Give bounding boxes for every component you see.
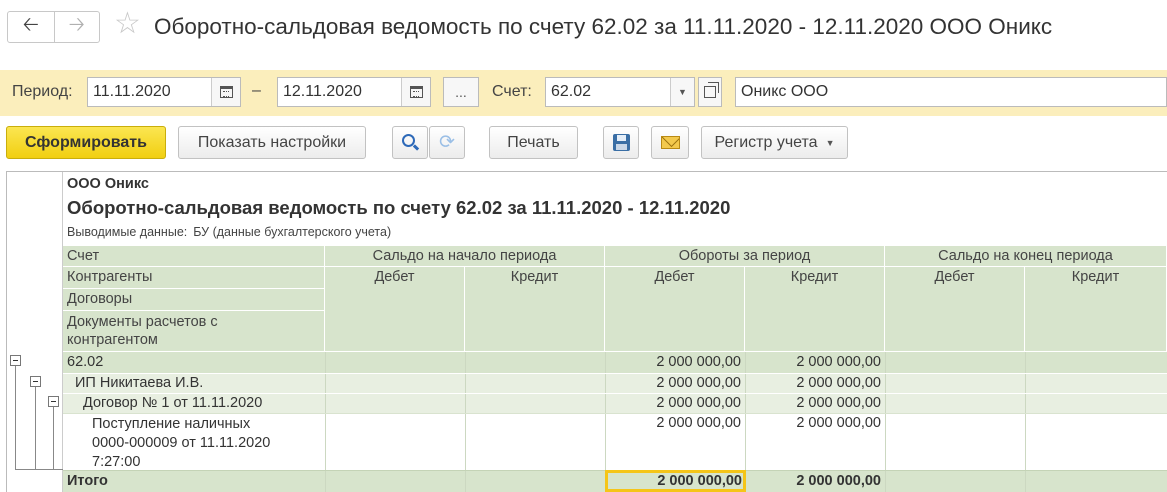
header-closing-balance: Сальдо на конец периода: [885, 246, 1167, 267]
refresh-search-button[interactable]: ⟳: [429, 126, 465, 159]
collapse-toggle-icon[interactable]: [30, 376, 41, 387]
total-turnover-debit-cell[interactable]: 2 000 000,00: [605, 470, 746, 492]
header-opening-credit: Кредит: [465, 267, 605, 352]
turnover-credit-value: 2 000 000,00: [796, 375, 881, 391]
shown-data-value: БУ (данные бухгалтерского учета): [193, 225, 392, 239]
turnover-debit-value: 2 000 000,00: [656, 415, 741, 431]
forward-button[interactable]: 🡢: [53, 12, 100, 42]
header-contractors: Контрагенты: [63, 267, 325, 289]
header-closing-debit: Дебет: [885, 267, 1025, 352]
header-opening-balance: Сальдо на начало периода: [325, 246, 605, 267]
collapse-toggle-icon[interactable]: [48, 396, 59, 407]
calendar-icon: [219, 86, 233, 98]
generate-button[interactable]: Сформировать: [6, 126, 166, 159]
row-label: Договор № 1 от 11.11.2020: [83, 395, 263, 411]
total-label: Итого: [67, 473, 108, 489]
send-email-button[interactable]: [651, 126, 689, 159]
date-from-calendar-button[interactable]: [211, 78, 240, 106]
account-open-button[interactable]: [698, 77, 722, 107]
organization-field[interactable]: Оникс ООО: [735, 77, 1167, 107]
turnover-debit-value: 2 000 000,00: [656, 395, 741, 411]
turnover-credit-value: 2 000 000,00: [796, 395, 881, 411]
navigation-buttons: 🡠 🡢: [7, 11, 100, 43]
document-line-3: 7:27:00: [92, 454, 141, 470]
register-menu-label: Регистр учета: [714, 133, 818, 151]
organization-value: Оникс ООО: [741, 83, 829, 100]
arrow-left-icon: 🡠: [22, 14, 39, 36]
header-contracts: Договоры: [63, 289, 325, 311]
save-disk-icon: [612, 134, 630, 151]
account-value: 62.02: [551, 83, 592, 100]
row-label: ИП Никитаева И.В.: [75, 375, 204, 391]
total-turnover-credit-value: 2 000 000,00: [796, 473, 881, 489]
refresh-icon: ⟳: [439, 132, 455, 153]
page-title: Оборотно-сальдовая ведомость по счету 62…: [154, 14, 1053, 39]
show-settings-button[interactable]: Показать настройки: [178, 126, 366, 159]
report-shown-data: Выводимые данные: БУ (данные бухгалтерско…: [67, 225, 391, 239]
account-field[interactable]: 62.02 ▼: [545, 77, 695, 107]
date-from-field[interactable]: 11.11.2020: [87, 77, 241, 107]
header-turnover-debit: Дебет: [605, 267, 745, 352]
document-line-2: 0000-000009 от 11.11.2020: [92, 435, 271, 451]
turnover-credit-value: 2 000 000,00: [796, 415, 881, 431]
tree-line: [53, 407, 54, 470]
back-button[interactable]: 🡠: [8, 12, 54, 42]
search-button[interactable]: [392, 126, 428, 159]
chevron-down-icon: ▼: [825, 137, 835, 148]
chevron-down-icon: ▼: [678, 87, 687, 97]
row-divider: [63, 413, 1167, 414]
header-turnover: Обороты за период: [605, 246, 885, 267]
header-turnover-credit: Кредит: [745, 267, 885, 352]
tree-line: [15, 469, 63, 470]
collapse-toggle-icon[interactable]: [10, 355, 21, 366]
row-label-document: Поступление наличных 0000-000009 от 11.1…: [92, 415, 270, 472]
calendar-icon: [409, 86, 423, 98]
turnover-debit-value: 2 000 000,00: [656, 375, 741, 391]
turnover-debit-value: 2 000 000,00: [656, 354, 741, 370]
star-icon[interactable]: ☆: [114, 9, 141, 39]
account-label: Счет:: [492, 83, 532, 100]
document-line-1: Поступление наличных: [92, 416, 251, 432]
search-icon: [401, 134, 415, 147]
date-to-value: 12.11.2020: [283, 83, 362, 100]
header-closing-credit: Кредит: [1025, 267, 1167, 352]
turnover-credit-value: 2 000 000,00: [796, 354, 881, 370]
account-dropdown-button[interactable]: ▼: [670, 78, 694, 106]
header-opening-debit: Дебет: [325, 267, 465, 352]
date-dash: –: [252, 82, 261, 99]
report-organization: ООО Оникс: [67, 176, 149, 192]
print-button[interactable]: Печать: [489, 126, 578, 159]
date-to-calendar-button[interactable]: [401, 78, 430, 106]
envelope-icon: [660, 136, 680, 149]
report-title: Оборотно-сальдовая ведомость по счету 62…: [67, 197, 731, 218]
period-label: Период:: [12, 83, 73, 100]
row-label: 62.02: [67, 354, 104, 370]
open-copy-icon: [704, 82, 719, 98]
date-from-value: 11.11.2020: [93, 83, 171, 100]
row-divider: [63, 393, 1167, 394]
tree-line: [35, 387, 36, 470]
arrow-right-icon: 🡢: [68, 14, 85, 36]
date-to-field[interactable]: 12.11.2020: [277, 77, 431, 107]
period-select-button[interactable]: ...: [443, 77, 479, 107]
shown-data-label: Выводимые данные:: [67, 225, 188, 239]
register-menu-button[interactable]: Регистр учета ▼: [701, 126, 848, 159]
row-divider: [63, 373, 1167, 374]
header-account: Счет: [63, 246, 325, 267]
save-button[interactable]: [603, 126, 639, 159]
header-documents: Документы расчетов с контрагентом: [63, 311, 325, 352]
tree-line: [15, 366, 16, 470]
